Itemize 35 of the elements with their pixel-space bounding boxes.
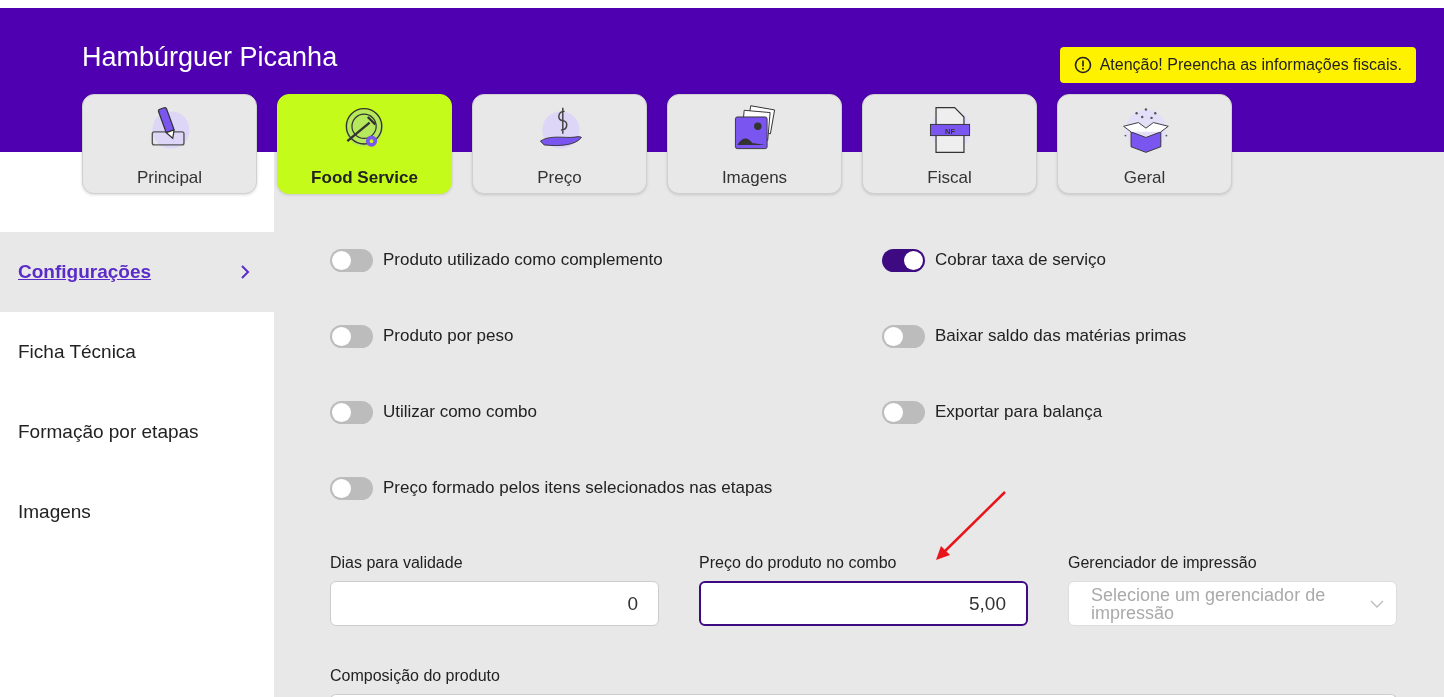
toggle-switch[interactable]: [330, 248, 373, 272]
input-field[interactable]: 5,00: [699, 581, 1028, 626]
warning-icon: [1073, 56, 1092, 74]
tab[interactable]: Geral: [1057, 94, 1232, 194]
field-label: Dias para validade: [330, 553, 464, 573]
field-label: Composição do produto: [330, 666, 501, 686]
toggle-switch[interactable]: [882, 400, 925, 424]
toggle-label: Exportar para balança: [935, 401, 1103, 424]
toggle-switch[interactable]: [330, 476, 373, 500]
toggle-switch[interactable]: [882, 248, 925, 272]
product-title: Hambúrguer Picanha: [82, 41, 338, 74]
toggle-switch[interactable]: [330, 400, 373, 424]
toggle-label: Produto por peso: [383, 325, 514, 348]
toggle-label: Produto utilizado como complemento: [383, 249, 663, 272]
toggle-label: Baixar saldo das matérias primas: [935, 325, 1187, 348]
sidebar-item[interactable]: Formação por etapas: [0, 392, 274, 472]
tab[interactable]: Preço: [472, 94, 647, 194]
sidebar-item[interactable]: Ficha Técnica: [0, 312, 274, 392]
tab[interactable]: NF Fiscal: [862, 94, 1037, 194]
toggle-switch[interactable]: [330, 324, 373, 348]
field-label: Gerenciador de impressão: [1068, 553, 1258, 573]
tab[interactable]: Imagens: [667, 94, 842, 194]
toggle-label: Utilizar como combo: [383, 401, 537, 424]
alert-text: Atenção! Preencha as informações fiscais.: [1099, 55, 1402, 75]
toggle-switch[interactable]: [882, 324, 925, 348]
sidebar-item[interactable]: Configurações: [0, 232, 274, 312]
sidebar-item[interactable]: Imagens: [0, 472, 274, 552]
field-label: Preço do produto no combo: [699, 553, 898, 573]
tab[interactable]: Food Service: [277, 94, 452, 194]
chevron-down-icon: [1370, 599, 1384, 608]
toggle-label: Cobrar taxa de serviço: [935, 249, 1107, 272]
toggle-label: Preço formado pelos itens selecionados nas etapas: [383, 477, 773, 500]
chevron-right-icon: [240, 264, 250, 280]
input-field[interactable]: 0: [330, 581, 659, 626]
tab[interactable]: Principal: [82, 94, 257, 194]
